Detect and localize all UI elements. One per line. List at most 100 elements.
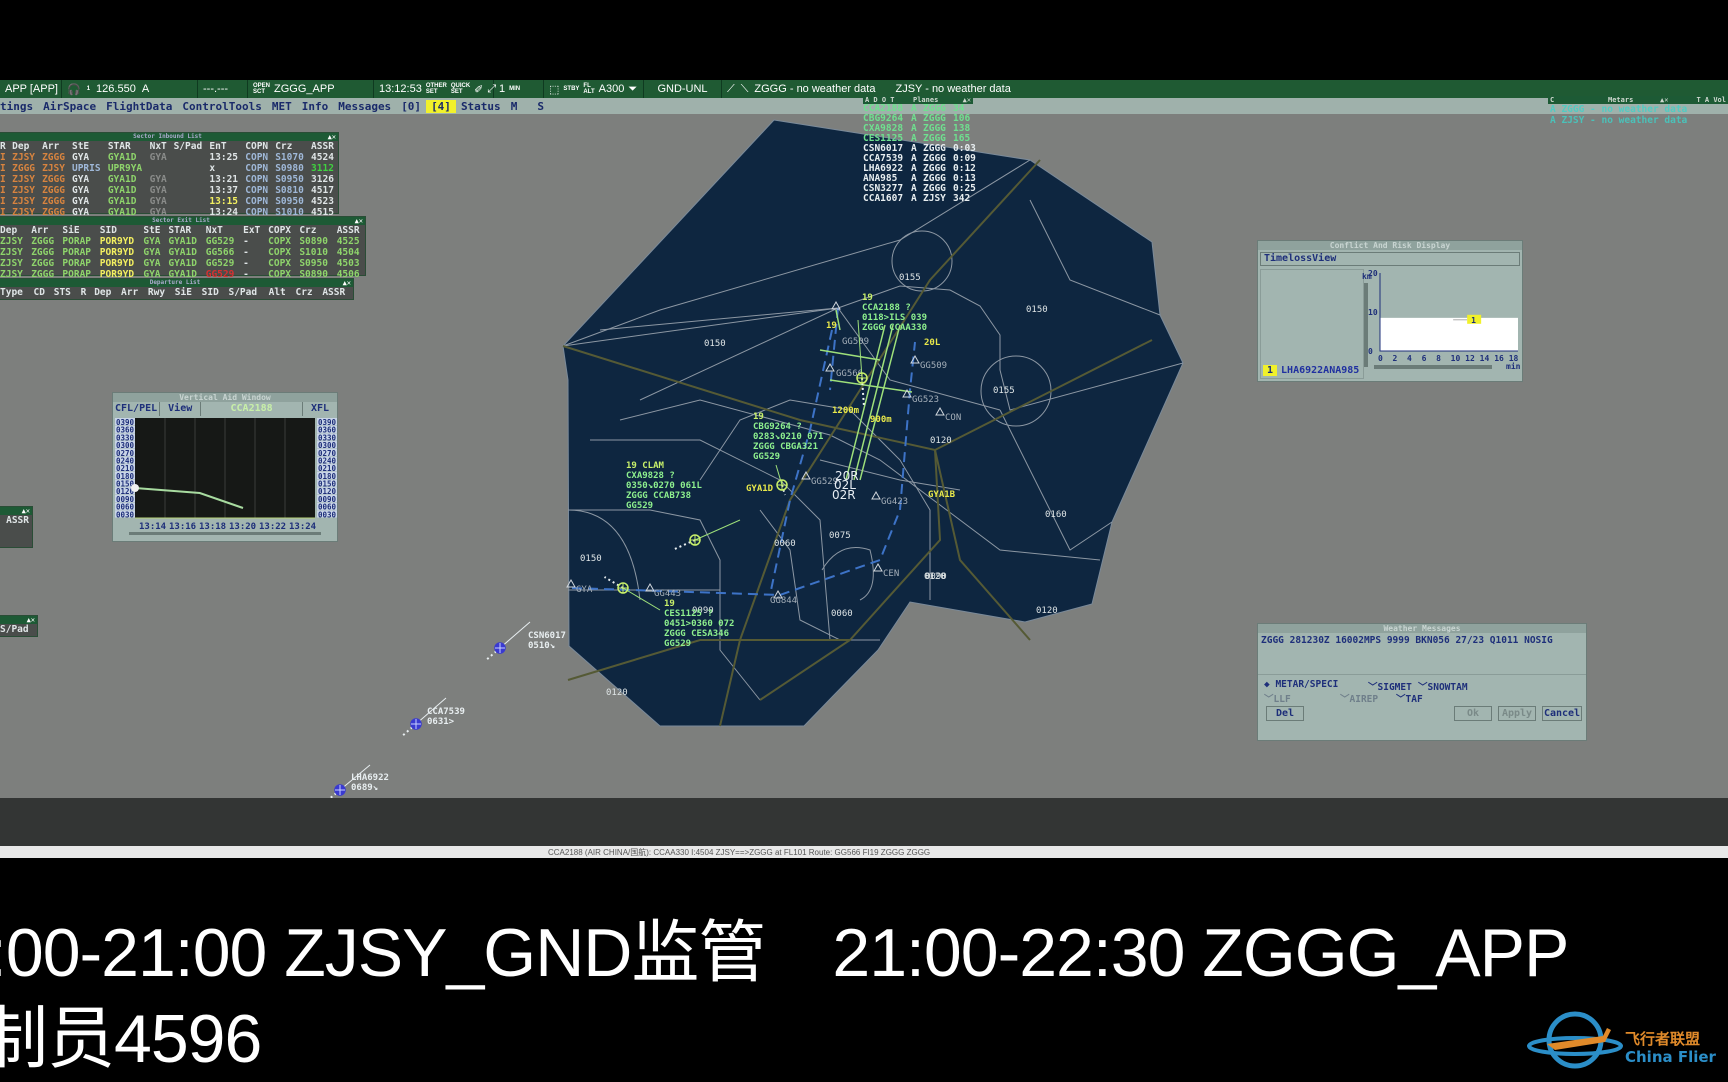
filter-icon[interactable]: ⏷ <box>628 83 637 96</box>
aircraft-track[interactable]: CSN6017 0510↘ <box>484 621 566 662</box>
column-header[interactable]: ASSR <box>334 225 365 236</box>
column-header[interactable]: Crz <box>296 225 333 236</box>
column-header[interactable]: STS <box>51 287 78 298</box>
column-header[interactable]: Dep <box>9 141 39 152</box>
column-header[interactable]: StE <box>140 225 165 236</box>
freq-mode[interactable]: A <box>142 83 149 95</box>
table-row[interactable]: I ZGGG ZJSY UPRIS UPR9YA x COPN S0980 3112 <box>0 163 338 174</box>
table-row[interactable]: I ZJSY ZGGG GYA GYA1D GYA 13:37 COPN S0810 4517 <box>0 185 338 196</box>
frequency[interactable]: 126.550 <box>96 83 136 95</box>
aircraft-track[interactable]: CCA7539 0631> <box>400 697 465 738</box>
messages-count[interactable]: [0] <box>396 100 426 113</box>
table-row[interactable]: ZJSY ZGGG PORAP POR9YD GYA GYA1D GG529- COPX S08… <box>0 236 365 247</box>
column-header[interactable]: CD <box>31 287 51 298</box>
aircraft-track[interactable]: LHA6922 0689↘ <box>324 764 389 804</box>
secondary-freq[interactable]: ---.--- <box>198 80 248 98</box>
column-header[interactable]: StE <box>69 141 105 152</box>
window-titlebar[interactable]: Sector Exit List ▲✕ <box>0 217 365 225</box>
column-header[interactable]: S/Pad <box>171 141 207 152</box>
column-header[interactable]: SID <box>97 225 141 236</box>
window-controls[interactable]: ▲✕ <box>22 507 30 515</box>
column-header[interactable]: Dep <box>0 225 28 236</box>
window-titlebar[interactable]: ▲✕ <box>0 507 32 515</box>
sector-button[interactable]: OPEN SCT ZGGG_APP <box>248 80 374 98</box>
xfl-button[interactable]: XFL <box>301 402 337 416</box>
table-row[interactable]: ZJSY ZGGG PORAP POR9YD GYA GYA1D GG566- COPX S10… <box>0 247 365 258</box>
min-setting[interactable]: 1 MIN <box>494 80 544 98</box>
planes-list-item[interactable]: CCA1607 A ZJSY 342 <box>863 194 973 204</box>
table-row[interactable]: I ZJSY ZGGG GYA GYA1D GYA 13:25 COPN S1070 4524 <box>0 152 338 163</box>
column-header[interactable]: SiE <box>172 287 199 298</box>
weather-icon-2[interactable]: ⟍ <box>741 83 749 96</box>
menu-airspace[interactable]: AirSpace <box>38 100 101 113</box>
window-titlebar[interactable]: C Metars ▲✕ T A Vol <box>1548 96 1728 104</box>
column-header[interactable]: Rwy <box>145 287 172 298</box>
column-header[interactable]: NxT <box>147 141 171 152</box>
column-header[interactable]: EnT <box>206 141 242 152</box>
horizontal-scrollbar[interactable] <box>129 532 321 535</box>
fl-alt-toggle[interactable]: FL ALT <box>583 83 594 95</box>
apply-button[interactable]: Apply <box>1498 706 1536 721</box>
window-titlebar[interactable]: Weather Messages <box>1258 624 1586 633</box>
quick-set-button[interactable]: QUICK SET <box>451 83 470 95</box>
column-header[interactable]: Arr <box>28 225 59 236</box>
column-header[interactable]: ExT <box>240 225 265 236</box>
horizontal-scrollbar[interactable] <box>1374 365 1492 369</box>
window-titlebar[interactable]: Conflict And Risk Display <box>1258 241 1522 250</box>
weather-icon[interactable]: ⟋ <box>727 83 735 96</box>
column-header[interactable]: ASSR <box>319 287 353 298</box>
menu-info[interactable]: Info <box>297 100 334 113</box>
column-header[interactable]: Type <box>0 287 31 298</box>
window-menu[interactable]: C <box>1548 96 1554 104</box>
other-set-button[interactable]: OTHER SET <box>426 83 447 95</box>
window-titlebar[interactable]: ▲✕ <box>0 616 37 624</box>
menu-settings[interactable]: tings <box>0 100 38 113</box>
column-header[interactable]: R <box>78 287 92 298</box>
ruler-icon[interactable]: ✐ <box>474 83 483 96</box>
window-controls[interactable]: ▲✕ <box>1660 96 1668 104</box>
column-header[interactable]: STAR <box>105 141 147 152</box>
timeloss-chart[interactable]: km201000 2 4 6 8 10 12 14 16 18min1 <box>1362 269 1522 381</box>
column-header[interactable]: Arr <box>39 141 69 152</box>
headset-icon[interactable]: 🎧 <box>67 83 81 96</box>
conflict-item[interactable]: 1 LHA6922ANA985 <box>1263 365 1359 376</box>
table-row[interactable]: I ZJSY ZGGG GYA GYA1D GYA 13:21 COPN S0950 3126 <box>0 174 338 185</box>
cancel-button[interactable]: Cancel <box>1542 706 1582 721</box>
menu-met[interactable]: MET <box>267 100 297 113</box>
del-button[interactable]: Del <box>1266 706 1304 721</box>
column-header[interactable]: COPX <box>265 225 296 236</box>
window-titlebar[interactable]: Vertical Aid Window <box>113 393 337 402</box>
table-row[interactable]: I ZJSY ZGGG GYA GYA1D GYA 13:15 COPN S0950 4523 <box>0 196 338 207</box>
window-controls[interactable]: ▲✕ <box>343 279 351 287</box>
menu-controltools[interactable]: ControlTools <box>177 100 266 113</box>
weather-type-radio[interactable]: ◆ METAR/SPECI <box>1264 679 1338 690</box>
column-header[interactable]: Arr <box>118 287 145 298</box>
weather-type-radio[interactable]: ﹀SNOWTAM <box>1418 679 1468 693</box>
altitude-filter[interactable]: GND-UNL <box>644 80 722 98</box>
view-button[interactable]: View <box>160 402 202 416</box>
column-header[interactable]: NxT <box>203 225 240 236</box>
column-header[interactable]: Alt <box>266 287 293 298</box>
range-icon[interactable]: ⬚ <box>549 83 559 96</box>
window-titlebar[interactable]: A D O T Planes ▲✕ <box>863 96 973 104</box>
column-header[interactable]: Crz <box>272 141 308 152</box>
weather-type-radio[interactable]: ﹀AIREP <box>1340 691 1378 705</box>
planes-flags[interactable]: A D O T <box>863 96 895 104</box>
column-header[interactable]: COPN <box>242 141 272 152</box>
weather-type-radio[interactable]: ﹀TAF <box>1396 691 1423 705</box>
column-header[interactable]: ASSR <box>308 141 338 152</box>
column-header[interactable]: SID <box>199 287 226 298</box>
weather-type-radio[interactable]: ﹀LLF <box>1264 691 1291 705</box>
alerts-count[interactable]: [4] <box>426 99 456 113</box>
track-label[interactable]: CSN6017 0510↘ <box>528 631 566 651</box>
stby-button[interactable]: STBY <box>563 86 579 92</box>
menu-status[interactable]: Status <box>456 100 506 113</box>
menu-flightdata[interactable]: FlightData <box>101 100 177 113</box>
window-controls[interactable]: ▲✕ <box>963 96 971 104</box>
table-row[interactable]: ZJSY ZGGG PORAP POR9YD GYA GYA1D GG529- COPX S09… <box>0 258 365 269</box>
tab-timelossview[interactable]: TimelossView <box>1260 252 1520 266</box>
window-controls[interactable]: ▲✕ <box>328 133 336 141</box>
ok-button[interactable]: Ok <box>1454 706 1492 721</box>
window-controls[interactable]: ▲✕ <box>355 217 363 225</box>
metars-flags[interactable]: T A Vol <box>1696 96 1726 104</box>
